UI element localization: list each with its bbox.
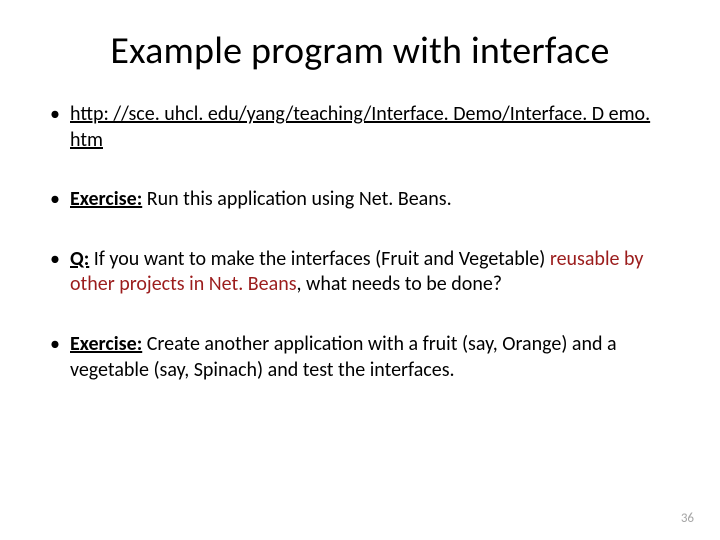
bullet-3-label: Q: [70,247,89,271]
slide-title: Example program with interface [40,28,680,74]
bullet-list: http: //sce. uhcl. edu/yang/teaching/Int… [46,102,680,383]
bullet-2-label: Exercise: [70,187,142,211]
bullet-3-post: , what needs to be done? [297,272,503,296]
slide: Example program with interface http: //s… [0,0,720,540]
bullet-4-label: Exercise: [70,332,142,356]
bullet-4: Exercise: Create another application wit… [46,332,680,383]
page-number: 36 [681,511,694,526]
bullet-3: Q: If you want to make the interfaces (F… [46,247,680,298]
bullet-1: http: //sce. uhcl. edu/yang/teaching/Int… [46,102,680,153]
bullet-4-text: Create another application with a fruit … [70,332,617,382]
bullet-2-text: Run this application using Net. Beans. [142,187,451,211]
link-url[interactable]: http: //sce. uhcl. edu/yang/teaching/Int… [70,102,650,152]
bullet-2: Exercise: Run this application using Net… [46,187,680,213]
bullet-3-pre: If you want to make the interfaces (Frui… [89,247,550,271]
